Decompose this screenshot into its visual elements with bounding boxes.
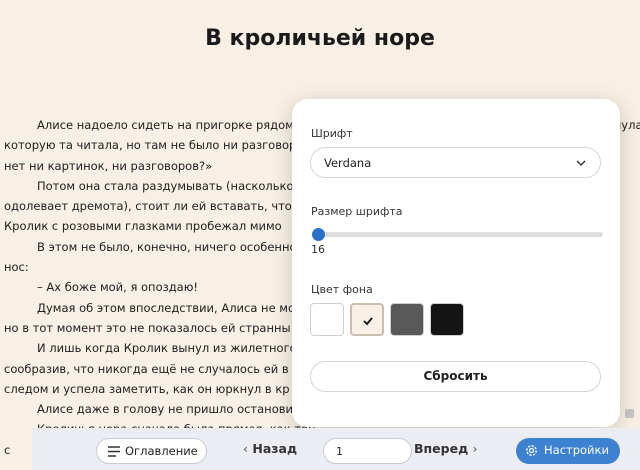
settings-label: Настройки [544,443,609,457]
chevron-left-icon: ‹ [243,441,248,456]
scroll-indicator-icon [625,409,634,418]
next-page-label: Вперед [414,441,469,456]
settings-panel: Шрифт Verdana Размер шрифта 16 Цвет фона… [292,99,620,427]
font-size-slider-thumb[interactable] [312,228,325,241]
bg-swatch-black[interactable] [430,303,464,336]
bg-swatch-sepia[interactable] [350,303,384,336]
next-page-button[interactable]: Вперед › [414,441,478,456]
prev-page-label: Назад [252,441,298,456]
toc-label: Оглавление [125,444,198,458]
bg-color-label: Цвет фона [311,283,373,296]
font-size-slider-track[interactable] [313,232,603,237]
font-select-value: Verdana [324,156,372,170]
check-icon [363,317,373,326]
bg-swatch-gray[interactable] [390,303,424,336]
font-select[interactable]: Verdana [310,147,601,178]
reset-button[interactable]: Сбросить [310,361,601,392]
page-number-input[interactable] [323,438,412,464]
font-size-value: 16 [311,243,325,256]
font-label: Шрифт [311,127,353,140]
prev-page-button[interactable]: ‹ Назад [243,441,297,456]
bottom-toolbar: Оглавление ‹ Назад Вперед › Настройки [32,428,640,470]
table-of-contents-button[interactable]: Оглавление [96,438,207,464]
gear-icon [526,445,537,456]
font-size-label: Размер шрифта [311,205,403,218]
chevron-down-icon [576,160,586,166]
bg-swatch-white[interactable] [310,303,344,336]
chapter-title: В кроличьей норе [205,26,435,51]
menu-icon [108,446,120,457]
settings-button[interactable]: Настройки [516,438,620,464]
chevron-right-icon: › [472,441,478,456]
